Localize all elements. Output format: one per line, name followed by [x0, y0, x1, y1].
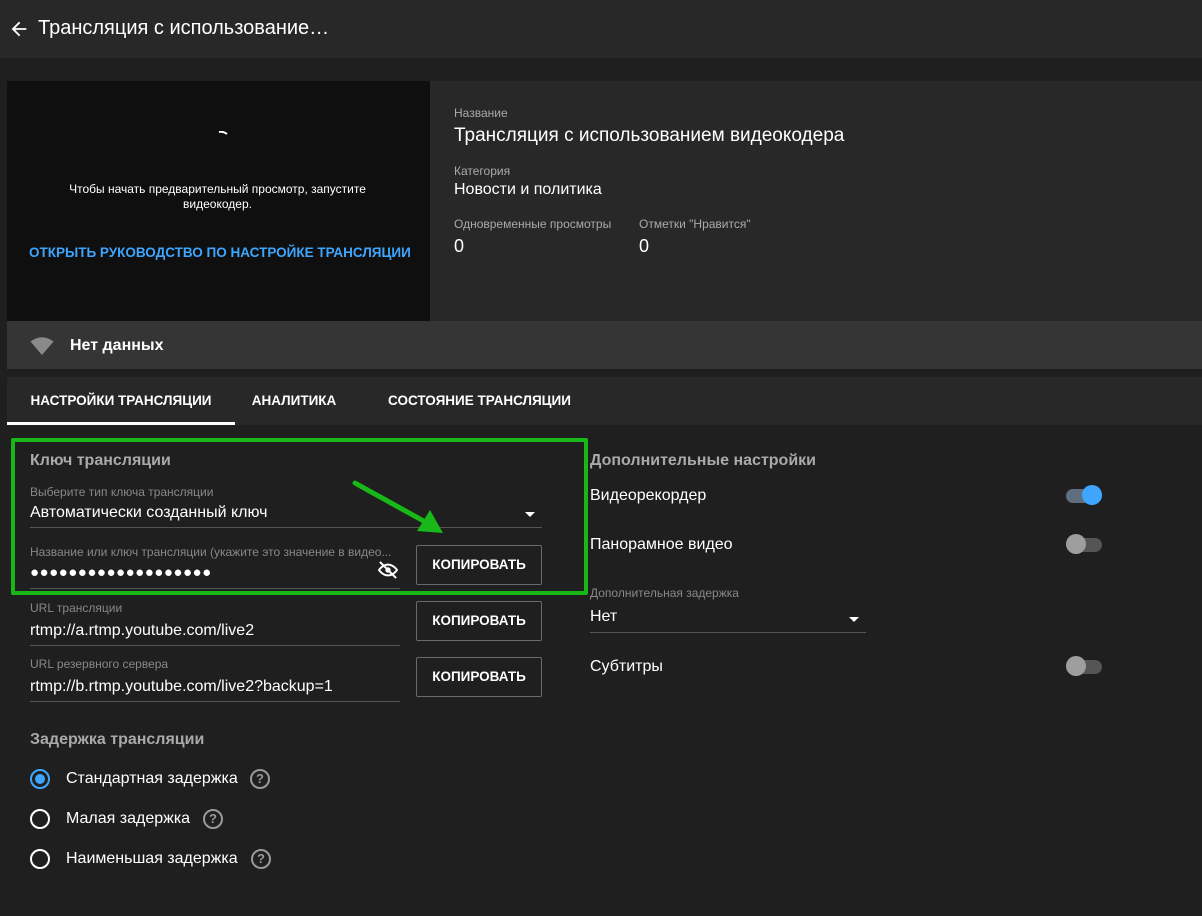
active-tab-indicator	[7, 422, 235, 425]
latency-title: Задержка трансляции	[30, 731, 205, 748]
status-text: Нет данных	[70, 337, 164, 354]
dvr-toggle[interactable]	[1066, 485, 1102, 505]
concurrent-viewers-value: 0	[454, 236, 465, 256]
likes-value: 0	[639, 236, 650, 256]
concurrent-viewers-label: Одновременные просмотры	[454, 217, 612, 231]
delay-label: Дополнительная задержка	[590, 586, 739, 600]
toggle-knob	[1066, 534, 1086, 554]
tab-analytics[interactable]: АНАЛИТИКА	[239, 377, 349, 425]
loading-spinner-icon	[218, 131, 228, 135]
category-label: Категория	[454, 164, 511, 178]
latency-low-label[interactable]: Малая задержка	[66, 810, 190, 828]
preview-message: Чтобы начать предварительный просмотр, з…	[69, 182, 366, 211]
tab-stream-health[interactable]: СОСТОЯНИЕ ТРАНСЛЯЦИИ	[377, 377, 582, 425]
additional-settings-title: Дополнительные настройки	[590, 452, 816, 469]
captions-label: Субтитры	[590, 658, 663, 675]
stream-title: Трансляция с использованием видеокодера	[454, 125, 845, 146]
latency-low-radio[interactable]	[30, 809, 50, 829]
tab-stream-settings[interactable]: НАСТРОЙКИ ТРАНСЛЯЦИИ	[7, 377, 235, 425]
backup-url-underline	[30, 701, 400, 702]
toggle-knob	[1066, 656, 1086, 676]
page-title: Трансляция с использование…	[38, 17, 330, 39]
likes-label: Отметки "Нравится"	[639, 217, 751, 231]
delay-dropdown-icon[interactable]	[849, 617, 859, 622]
highlight-frame	[11, 438, 588, 595]
captions-toggle[interactable]	[1066, 656, 1102, 676]
latency-ultra-low-help-icon[interactable]: ?	[251, 849, 271, 869]
copy-stream-url-button[interactable]: КОПИРОВАТЬ	[416, 601, 542, 641]
360-video-label: Панорамное видео	[590, 536, 733, 553]
pointer-arrow-icon	[352, 480, 443, 533]
dvr-label: Видеорекордер	[590, 487, 707, 504]
backup-url-field[interactable]: rtmp://b.rtmp.youtube.com/live2?backup=1	[30, 678, 333, 696]
stream-url-field[interactable]: rtmp://a.rtmp.youtube.com/live2	[30, 622, 254, 640]
toggle-knob	[1082, 485, 1102, 505]
stream-info-panel: Название Трансляция с использованием вид…	[430, 81, 1202, 321]
latency-ultra-low-radio[interactable]	[30, 849, 50, 869]
latency-normal-radio[interactable]	[30, 769, 50, 789]
settings-tabs: НАСТРОЙКИ ТРАНСЛЯЦИИ АНАЛИТИКА СОСТОЯНИЕ…	[7, 377, 1202, 425]
copy-backup-url-button[interactable]: КОПИРОВАТЬ	[416, 657, 542, 697]
top-bar: Трансляция с использование…	[0, 0, 1202, 58]
latency-ultra-low-label[interactable]: Наименьшая задержка	[66, 850, 238, 868]
360-video-toggle[interactable]	[1066, 534, 1102, 554]
delay-underline	[590, 632, 866, 633]
signal-icon	[30, 337, 54, 355]
stream-status-bar: Нет данных	[7, 321, 1202, 369]
latency-normal-help-icon[interactable]: ?	[250, 769, 270, 789]
stream-url-underline	[30, 645, 400, 646]
delay-select[interactable]: Нет	[590, 608, 617, 626]
back-arrow-icon[interactable]	[8, 18, 30, 40]
stream-url-label: URL трансляции	[30, 601, 123, 615]
setup-guide-link[interactable]: ОТКРЫТЬ РУКОВОДСТВО ПО НАСТРОЙКЕ ТРАНСЛЯ…	[29, 245, 411, 260]
backup-url-label: URL резервного сервера	[30, 657, 169, 671]
latency-low-help-icon[interactable]: ?	[203, 809, 223, 829]
title-label: Название	[454, 106, 508, 120]
latency-normal-label[interactable]: Стандартная задержка	[66, 770, 238, 788]
category-value: Новости и политика	[454, 181, 602, 198]
video-preview: Чтобы начать предварительный просмотр, з…	[7, 81, 430, 321]
